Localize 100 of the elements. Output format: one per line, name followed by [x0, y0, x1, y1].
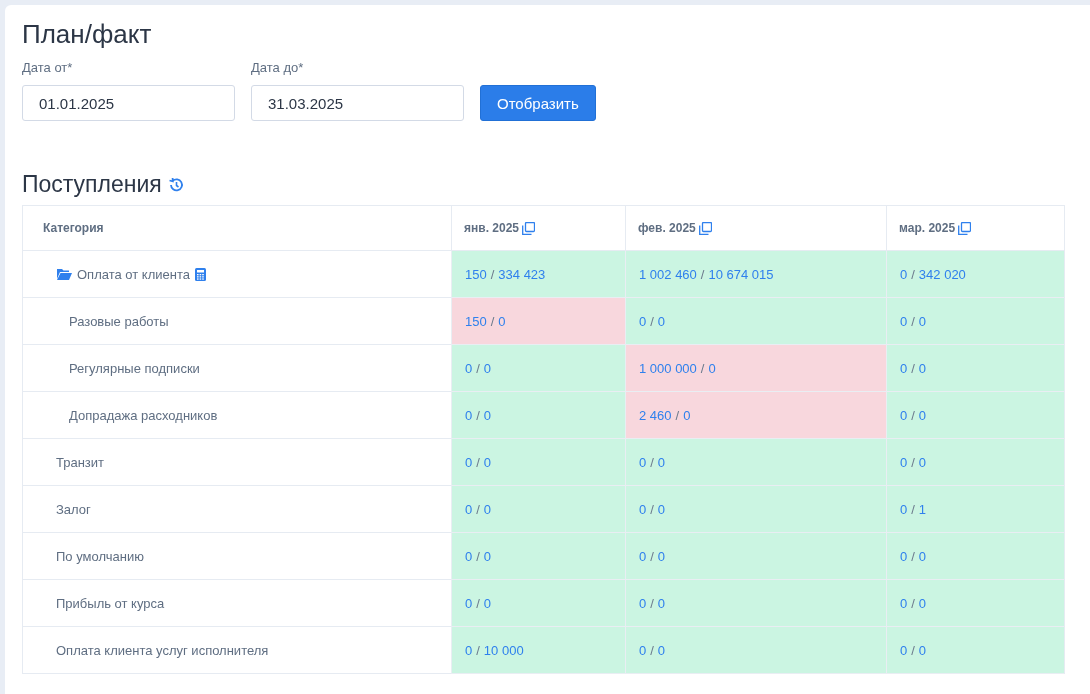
fact-link[interactable]: 0 [657, 454, 666, 470]
plan-link[interactable]: 0 [465, 548, 473, 564]
plan-link[interactable]: 0 [465, 642, 473, 658]
fact-link[interactable]: 0 [657, 642, 666, 658]
column-header: янв. 2025 [464, 221, 519, 235]
fact-link[interactable]: 0 [918, 407, 927, 423]
plan-link[interactable]: 0 [900, 548, 908, 564]
separator: / [476, 548, 480, 564]
field-label: Дата до* [251, 60, 305, 75]
separator: / [911, 313, 915, 329]
fact-link[interactable]: 0 [918, 313, 927, 329]
category-name: Залог [56, 501, 91, 517]
separator: / [911, 548, 915, 564]
separator: / [476, 595, 480, 611]
separator: / [911, 407, 915, 423]
copy-icon[interactable] [522, 221, 535, 235]
plan-link[interactable]: 0 [639, 501, 647, 517]
separator: / [911, 454, 915, 470]
plan-link[interactable]: 0 [900, 407, 908, 423]
fact-link[interactable]: 0 [483, 407, 492, 423]
fact-link[interactable]: 0 [498, 313, 506, 329]
plan-link[interactable]: 0 [900, 454, 908, 470]
plan-link[interactable]: 0 [639, 595, 647, 611]
copy-icon[interactable] [958, 221, 972, 235]
separator: / [675, 407, 680, 423]
category-name: Прибыль от курса [56, 595, 165, 611]
separator: / [650, 454, 654, 470]
fact-link[interactable]: 0 [483, 454, 492, 470]
separator: / [476, 454, 480, 470]
column-header: фев. 2025 [638, 221, 696, 235]
fact-link[interactable]: 1 [918, 501, 927, 517]
plan-link[interactable]: 0 [900, 501, 908, 517]
plan-link[interactable]: 2 460 [639, 407, 672, 423]
fact-link[interactable]: 0 [483, 548, 492, 564]
fact-link[interactable]: 10 000 [483, 642, 524, 658]
category-name: Оплата от клиента [77, 266, 190, 282]
fact-link[interactable]: 0 [918, 595, 927, 611]
separator: / [476, 501, 480, 517]
plan-link[interactable]: 0 [465, 407, 473, 423]
separator: / [650, 501, 654, 517]
separator: / [911, 266, 915, 282]
plan-link[interactable]: 0 [639, 642, 647, 658]
plan-link[interactable]: 0 [900, 595, 908, 611]
category-name: Оплата клиента услуг исполнителя [56, 642, 269, 658]
fact-link[interactable]: 0 [483, 360, 492, 376]
fact-link[interactable]: 0 [683, 407, 691, 423]
plan-link[interactable]: 0 [639, 548, 647, 564]
plan-link[interactable]: 0 [900, 313, 908, 329]
folder-icon[interactable] [57, 268, 72, 280]
fact-link[interactable]: 0 [918, 642, 927, 658]
separator: / [911, 642, 915, 658]
separator: / [911, 595, 915, 611]
separator: / [490, 266, 495, 282]
copy-icon[interactable] [698, 221, 712, 235]
separator: / [476, 642, 480, 658]
fact-link[interactable]: 0 [708, 360, 716, 376]
field-label: Дата от* [22, 60, 74, 75]
plan-link[interactable]: 1 002 460 [639, 266, 697, 282]
plan-link[interactable]: 0 [900, 360, 908, 376]
calculator-icon[interactable] [195, 267, 206, 281]
fact-link[interactable]: 0 [657, 501, 666, 517]
plan-link[interactable]: 0 [639, 313, 647, 329]
separator: / [700, 360, 705, 376]
fact-link[interactable]: 0 [483, 501, 492, 517]
separator: / [650, 313, 654, 329]
separator: / [650, 642, 654, 658]
plan-link[interactable]: 0 [465, 595, 473, 611]
fact-link[interactable]: 0 [657, 313, 666, 329]
plan-link[interactable]: 0 [465, 360, 473, 376]
fact-link[interactable]: 0 [657, 595, 666, 611]
separator: / [911, 360, 915, 376]
display-button[interactable]: Отобразить [480, 85, 596, 121]
plan-link[interactable]: 1 000 000 [639, 360, 697, 376]
fact-link[interactable]: 342 020 [918, 266, 966, 282]
plan-link[interactable]: 0 [900, 642, 908, 658]
plan-link[interactable]: 150 [465, 266, 487, 282]
date-field[interactable]: 31.03.2025 [251, 85, 464, 121]
plan-link[interactable]: 150 [465, 313, 487, 329]
section-title: Поступления [22, 171, 162, 198]
fact-link[interactable]: 0 [483, 595, 492, 611]
plan-link[interactable]: 0 [900, 266, 908, 282]
fact-link[interactable]: 0 [657, 548, 666, 564]
history-icon[interactable] [167, 176, 184, 193]
separator: / [490, 313, 495, 329]
plan-link[interactable]: 0 [465, 454, 473, 470]
category-name: Разовые работы [69, 313, 169, 329]
separator: / [650, 595, 654, 611]
fact-link[interactable]: 10 674 015 [708, 266, 774, 282]
date-field[interactable]: 01.01.2025 [22, 85, 235, 121]
page-title: План/факт [22, 19, 153, 50]
plan-link[interactable]: 0 [639, 454, 647, 470]
column-header: Категория [43, 221, 104, 235]
fact-link[interactable]: 0 [918, 360, 927, 376]
fact-link[interactable]: 0 [918, 454, 927, 470]
category-name: Допрадажа расходников [69, 407, 218, 423]
separator: / [476, 360, 480, 376]
fact-link[interactable]: 334 423 [498, 266, 546, 282]
fact-link[interactable]: 0 [918, 548, 927, 564]
plan-link[interactable]: 0 [465, 501, 473, 517]
category-name: По умолчанию [56, 548, 144, 564]
